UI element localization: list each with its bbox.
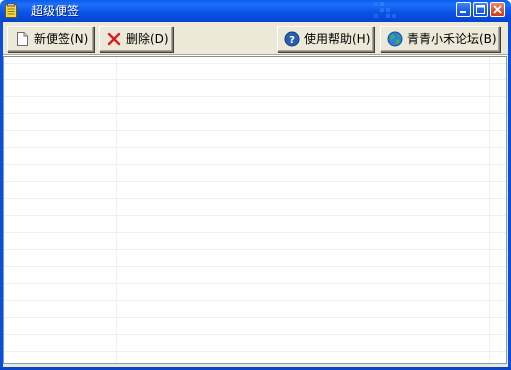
maximize-icon	[476, 5, 485, 14]
title-decoration	[372, 0, 402, 22]
app-window: 超级便签 新便签(N) 删除(D) ? 使用帮助(H) 青青小禾论坛(B)	[0, 0, 511, 370]
list-row-line	[4, 232, 506, 233]
list-row-line	[4, 351, 506, 352]
list-row-line	[4, 79, 506, 80]
minimize-button[interactable]	[456, 2, 471, 17]
list-row-line	[4, 283, 506, 284]
list-row-line	[4, 300, 506, 301]
help-label: 使用帮助(H)	[304, 32, 371, 46]
client-area: 新便签(N) 删除(D) ? 使用帮助(H) 青青小禾论坛(B)	[3, 22, 508, 367]
blank-page-icon	[14, 31, 30, 47]
list-row-line	[4, 215, 506, 216]
forum-label: 青青小禾论坛(B)	[407, 32, 497, 46]
list-row-line	[4, 249, 506, 250]
list-row-line	[4, 96, 506, 97]
toolbar: 新便签(N) 删除(D) ? 使用帮助(H) 青青小禾论坛(B)	[3, 22, 508, 56]
list-row-line	[4, 113, 506, 114]
notes-list[interactable]	[3, 56, 507, 364]
window-title: 超级便签	[31, 4, 80, 18]
minimize-icon	[460, 11, 466, 13]
list-row-line	[4, 164, 506, 165]
list-row-line	[4, 181, 506, 182]
notepad-icon	[5, 3, 17, 18]
question-circle-icon: ?	[284, 31, 300, 47]
help-button[interactable]: ? 使用帮助(H)	[277, 26, 374, 52]
globe-icon	[387, 31, 403, 47]
new-note-button[interactable]: 新便签(N)	[7, 26, 94, 52]
list-row-line	[4, 63, 506, 64]
close-icon	[493, 5, 502, 14]
maximize-button[interactable]	[473, 2, 488, 17]
list-row-line	[4, 147, 506, 148]
list-row-line	[4, 198, 506, 199]
list-row-line	[4, 334, 506, 335]
red-x-icon	[106, 31, 122, 47]
close-button[interactable]	[490, 2, 505, 17]
svg-text:?: ?	[289, 35, 295, 46]
list-row-line	[4, 266, 506, 267]
delete-button[interactable]: 删除(D)	[99, 26, 173, 52]
forum-button[interactable]: 青青小禾论坛(B)	[380, 26, 500, 52]
title-bar[interactable]: 超级便签	[0, 0, 511, 22]
delete-label: 删除(D)	[126, 32, 169, 46]
new-note-label: 新便签(N)	[34, 32, 89, 46]
list-row-line	[4, 130, 506, 131]
list-row-line	[4, 317, 506, 318]
